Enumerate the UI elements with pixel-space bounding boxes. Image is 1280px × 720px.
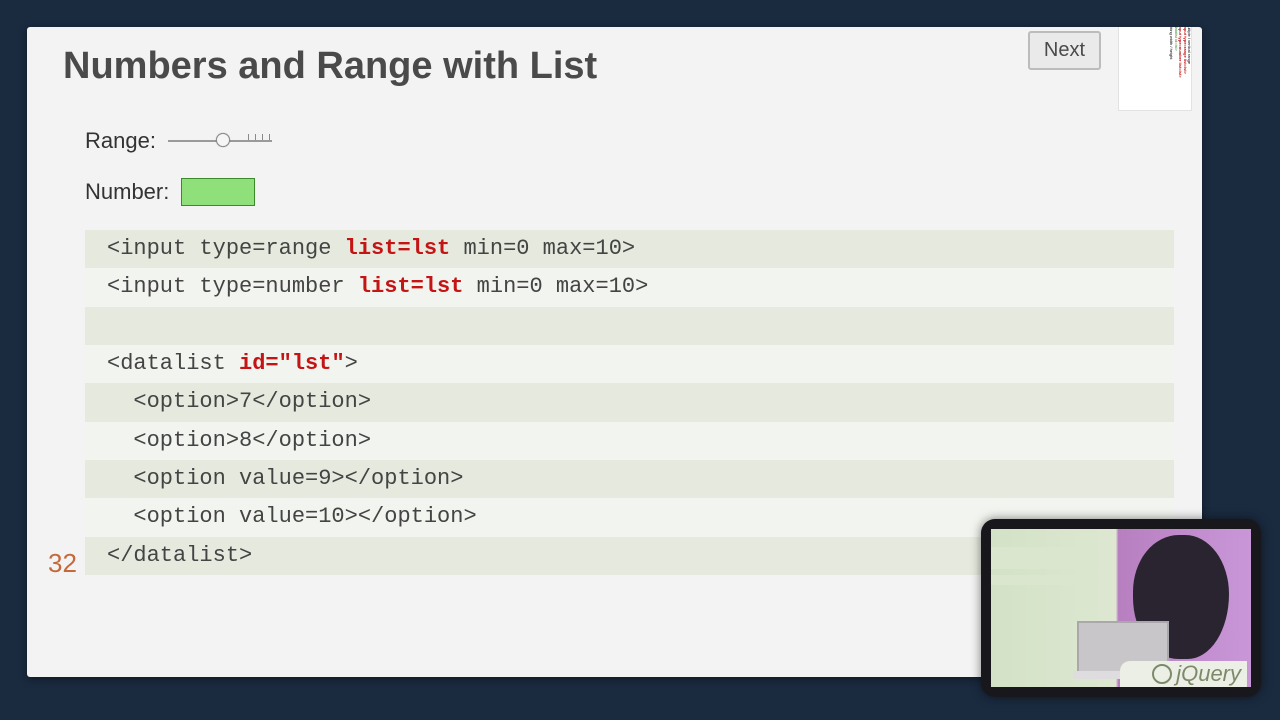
next-button[interactable]: Next (1028, 31, 1101, 70)
code-line: <option value=9></option> (85, 460, 1174, 498)
code-line: <option>8</option> (85, 422, 1174, 460)
code-line: <datalist id="lst"> (85, 345, 1174, 383)
range-input[interactable] (168, 132, 272, 150)
jquery-ring-icon (1152, 664, 1172, 684)
slide-title: Numbers and Range with List (27, 27, 1202, 88)
slide-number: 32 (48, 548, 77, 579)
webcam-video: jQuery (991, 529, 1251, 687)
number-row: Number: (85, 178, 1174, 206)
jquery-logo-text: jQuery (1176, 661, 1241, 687)
code-line: <input type=number list=lst min=0 max=10… (85, 268, 1174, 306)
range-thumb-icon[interactable] (216, 133, 230, 147)
code-line: <input type=range list=lst min=0 max=10> (85, 230, 1174, 268)
jquery-logo: jQuery (1120, 661, 1247, 687)
slide-body: Range: Number: <input type=range list=ls… (27, 88, 1202, 575)
number-label: Number: (85, 179, 169, 205)
code-line (85, 307, 1174, 345)
code-line: <option>7</option> (85, 383, 1174, 421)
slide-thumbnail: multiple / vertical range <input type=ra… (1118, 27, 1192, 111)
range-row: Range: (85, 128, 1174, 154)
webcam-overlay: jQuery (981, 519, 1261, 697)
range-label: Range: (85, 128, 156, 154)
number-input[interactable] (181, 178, 255, 206)
